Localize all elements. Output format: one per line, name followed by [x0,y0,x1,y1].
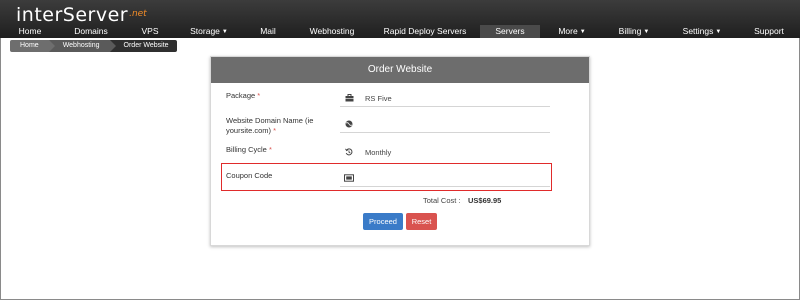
nav-mail[interactable]: Mail [254,25,282,38]
nav-label: Settings [682,26,714,36]
label-text: Billing Cycle [226,145,267,154]
proceed-button[interactable]: Proceed [363,213,403,230]
nav-label: Servers [495,26,525,36]
brand-suffix: .net [129,9,147,19]
domain-underline [340,132,550,133]
total-cost-value: US$69.95 [468,196,502,205]
package-value: RS Five [365,94,392,103]
caret-down-icon: ▼ [221,29,228,35]
nav-label: Storage [190,26,220,36]
label-text: yoursite.com) [226,126,272,135]
required-marker: * [268,145,272,154]
nav-label: Billing [618,26,642,36]
caret-down-icon: ▼ [643,29,650,35]
breadcrumb-current: Order Website [109,40,177,52]
nav-more[interactable]: More ▼ [552,25,592,38]
required-marker: * [257,91,261,100]
top-bar: interServer .net Home Domains VPS Storag… [0,0,800,38]
panel-title: Order Website [211,57,589,83]
coupon-code-label: Coupon Code [226,171,273,180]
billing-cycle-label: Billing Cycle * [226,145,272,155]
required-marker: * [273,126,277,135]
coupon-underline [340,186,550,187]
briefcase-icon [344,94,354,104]
globe-icon [344,120,354,130]
nav-vps[interactable]: VPS [135,25,165,38]
nav-support[interactable]: Support [748,25,790,38]
nav-label: Mail [260,26,276,36]
nav-label: Rapid Deploy Servers [383,26,467,36]
nav-settings[interactable]: Settings ▼ [680,25,724,38]
nav-label: Domains [74,26,108,36]
history-icon [344,148,354,158]
nav-domains[interactable]: Domains [70,25,112,38]
breadcrumb-home[interactable]: Home [10,40,55,52]
brand-name: interServer [16,4,129,26]
billing-cycle-select[interactable]: Monthly [365,148,391,158]
total-cost-label: Total Cost : [423,196,461,205]
nav-billing[interactable]: Billing ▼ [614,25,654,38]
nav-label: Support [754,26,784,36]
domain-label: Website Domain Name (ie yoursite.com) * [226,116,313,136]
package-label: Package * [226,91,260,101]
nav-label: More [558,26,578,36]
brand-logo[interactable]: interServer .net [16,3,147,25]
nav-webhosting[interactable]: Webhosting [305,25,359,38]
caret-down-icon: ▼ [579,29,586,35]
ticket-icon [344,174,354,184]
nav-servers[interactable]: Servers [480,25,540,38]
coupon-code-input[interactable] [360,173,545,185]
label-text: Website Domain Name (ie [226,116,314,125]
breadcrumb-webhosting[interactable]: Webhosting [48,40,116,52]
label-text: Package [226,91,256,100]
nav-label: Home [18,26,42,36]
nav-home[interactable]: Home [10,25,50,38]
main-nav: Home Domains VPS Storage ▼ Mail Webhostin… [0,25,800,38]
caret-down-icon: ▼ [715,29,722,35]
nav-label: Webhosting [309,26,355,36]
nav-rapid-deploy-servers[interactable]: Rapid Deploy Servers [383,25,467,38]
nav-label: VPS [141,26,159,36]
package-underline [340,106,550,107]
nav-storage[interactable]: Storage ▼ [188,25,230,38]
breadcrumb: Home Webhosting Order Website [10,40,177,52]
domain-input[interactable] [360,118,545,130]
reset-button[interactable]: Reset [406,213,437,230]
